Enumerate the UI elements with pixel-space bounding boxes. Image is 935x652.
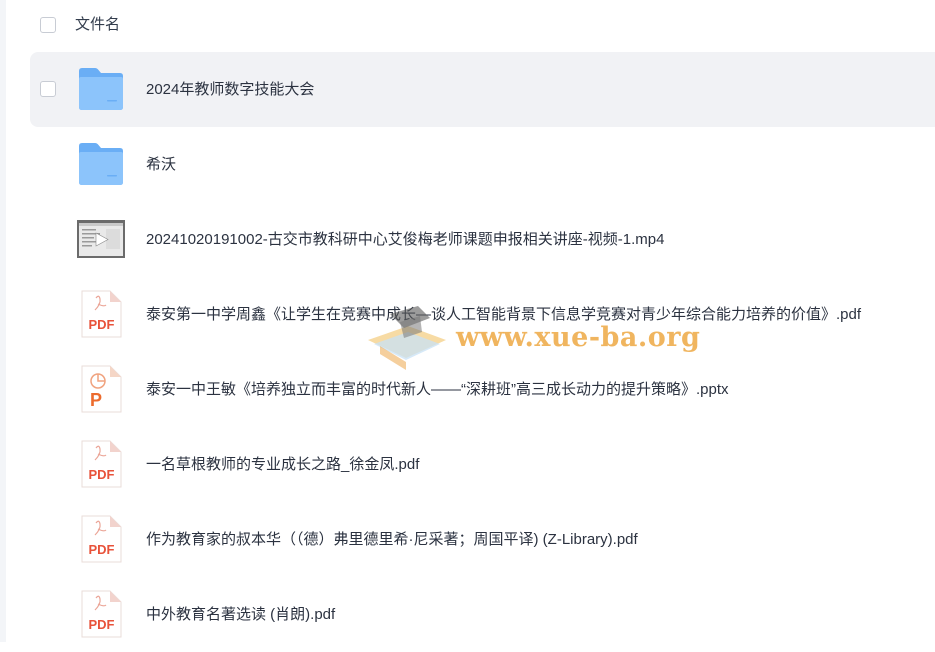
file-row[interactable]: PDF 中外教育名著选读 (肖朗).pdf <box>30 577 935 652</box>
file-name[interactable]: 中外教育名著选读 (肖朗).pdf <box>146 577 335 652</box>
folder-icon <box>79 143 123 185</box>
file-row[interactable]: PDF 泰安第一中学周鑫《让学生在竞赛中成长—谈人工智能背景下信息学竞赛对青少年… <box>30 277 935 352</box>
row-checkbox[interactable] <box>40 81 56 97</box>
select-all-checkbox[interactable] <box>40 17 56 33</box>
pdf-icon: PDF <box>81 515 122 563</box>
file-row[interactable]: 2024年教师数字技能大会 <box>30 52 935 127</box>
file-name[interactable]: 20241020191002-古交市教科研中心艾俊梅老师课题申报相关讲座-视频-… <box>146 202 664 277</box>
video-thumbnail-icon <box>77 220 125 258</box>
pptx-icon: P <box>81 365 122 413</box>
file-row[interactable]: 20241020191002-古交市教科研中心艾俊梅老师课题申报相关讲座-视频-… <box>30 202 935 277</box>
file-list-header: 文件名 <box>30 0 935 50</box>
file-name[interactable]: 作为教育家的叔本华（（德）弗里德里希·尼采著；周国平译) (Z-Library)… <box>146 502 638 577</box>
file-name[interactable]: 一名草根教师的专业成长之路_徐金凤.pdf <box>146 427 419 502</box>
file-name[interactable]: 泰安第一中学周鑫《让学生在竞赛中成长—谈人工智能背景下信息学竞赛对青少年综合能力… <box>146 277 861 352</box>
sidebar-edge <box>0 0 6 642</box>
file-name[interactable]: 泰安一中王敏《培养独立而丰富的时代新人——“深耕班”高三成长动力的提升策略》.p… <box>146 352 729 427</box>
pptx-label: P <box>90 390 102 410</box>
pdf-label: PDF <box>89 317 115 332</box>
pdf-icon: PDF <box>81 440 122 488</box>
file-name[interactable]: 希沃 <box>146 127 176 202</box>
pdf-icon: PDF <box>81 290 122 338</box>
file-name[interactable]: 2024年教师数字技能大会 <box>146 52 314 127</box>
pdf-label: PDF <box>89 542 115 557</box>
pdf-icon: PDF <box>81 590 122 638</box>
folder-icon <box>79 68 123 110</box>
file-row[interactable]: P 泰安一中王敏《培养独立而丰富的时代新人——“深耕班”高三成长动力的提升策略》… <box>30 352 935 427</box>
pdf-label: PDF <box>89 467 115 482</box>
file-row[interactable]: PDF 一名草根教师的专业成长之路_徐金凤.pdf <box>30 427 935 502</box>
column-header-filename[interactable]: 文件名 <box>75 15 120 35</box>
file-list: 2024年教师数字技能大会 希沃 20241020191002-古交市教科研中心… <box>30 52 935 652</box>
file-row[interactable]: 希沃 <box>30 127 935 202</box>
file-row[interactable]: PDF 作为教育家的叔本华（（德）弗里德里希·尼采著；周国平译) (Z-Libr… <box>30 502 935 577</box>
pdf-label: PDF <box>89 617 115 632</box>
